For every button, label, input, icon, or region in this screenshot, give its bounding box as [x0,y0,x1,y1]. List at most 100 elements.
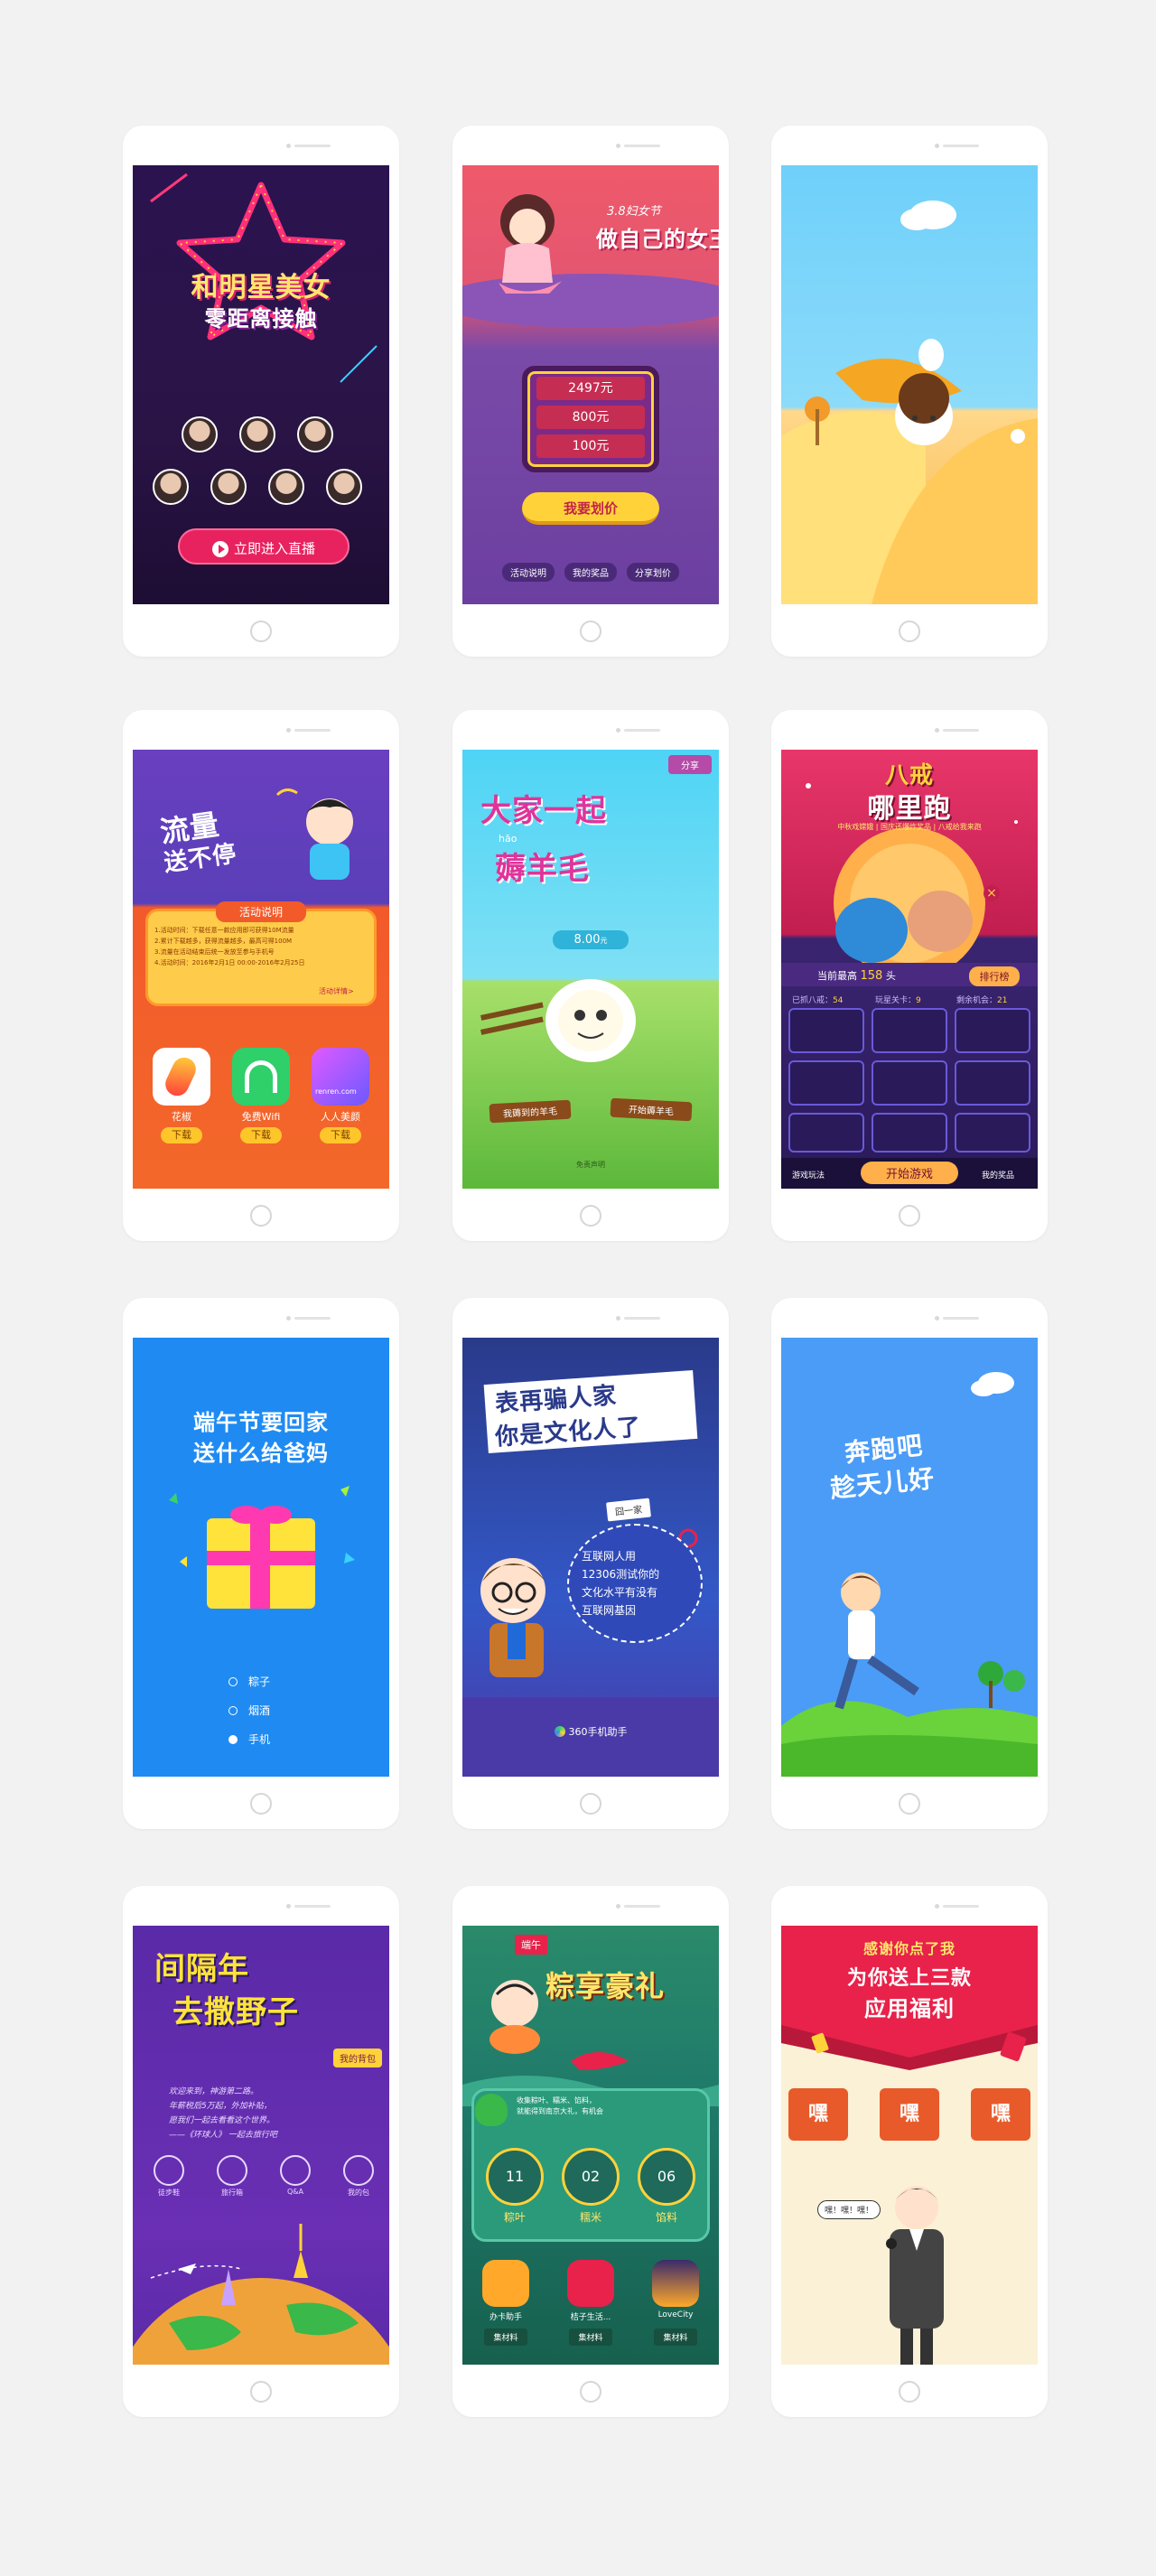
speaker-slot [294,145,331,147]
close-icon[interactable]: × [984,885,1000,901]
app-tile-lovecity[interactable] [652,2260,699,2307]
screen-thanks-gift: 感谢你点了我 为你送上三款 应用福利 嘿 嘿 嘿 嘿！嘿！嘿！ [781,1926,1038,2365]
grid-cell[interactable] [872,1060,947,1106]
grid-cell[interactable] [788,1113,864,1153]
speaker-slot [624,145,660,147]
grid-cell[interactable] [955,1008,1030,1053]
grid-cell[interactable] [788,1008,864,1053]
start-game-button[interactable]: 开始游戏 [861,1162,958,1184]
rule-line: 3.流量在活动结束后统一发放至参与手机号 [154,948,275,956]
grid-cell[interactable] [955,1113,1030,1153]
download-button[interactable]: 下载 [161,1127,202,1143]
screen-star-live: 和明星美女 零距离接触 立即进入直播 [133,165,389,604]
phone-mockup-8: 表再骗人家 你是文化人了 囧一家 互联网人用 12306测试你的 文化水平有没有… [452,1298,729,1829]
event-badge: 3.8妇女节 [607,205,661,219]
collect-button[interactable]: 集材料 [654,2329,697,2346]
speaker-slot [624,1317,660,1320]
home-button[interactable] [250,621,272,642]
play-icon [211,540,228,557]
avatar[interactable] [326,469,362,505]
level-label: 玩星关卡： [875,996,917,1005]
download-button[interactable]: 下载 [240,1127,282,1143]
home-button[interactable] [899,621,920,642]
camera-dot [935,144,939,148]
app-name: 办卡助手 [489,2313,522,2322]
option-liquor[interactable]: 烟酒 [228,1703,270,1731]
home-button[interactable] [899,2381,920,2403]
option-label: 粽子 [248,1675,271,1688]
high-score-value: 158 [860,969,883,983]
screen-womens-day: 3.8妇女节 做自己的女王 2497元 800元 100元 我要划价 活动说明 … [462,165,719,604]
speaker-slot [294,1317,331,1320]
collect-button[interactable]: 集材料 [484,2329,527,2346]
counter-label: 粽叶 [503,2211,526,2224]
rank-button[interactable]: 排行榜 [969,966,1020,986]
bubble-line: 互联网基因 [582,1604,637,1617]
rules-text: 1.活动时间：下载任意一款应用即可获得10M流量 2.累计下载越多，获得流量越多… [154,925,368,968]
download-button[interactable]: 下载 [320,1127,361,1143]
app-tile-huajiao[interactable] [153,1048,210,1106]
home-button[interactable] [250,1205,272,1227]
caught-stat: 已抓八戒：54 [792,994,843,1005]
avatar[interactable] [153,469,189,505]
renren-logo-text: renren.com [315,1087,357,1096]
grid-cell[interactable] [955,1060,1030,1106]
speaker-slot [294,1905,331,1908]
avatar[interactable] [182,416,218,453]
grid-cell[interactable] [872,1113,947,1153]
avatar[interactable] [268,469,304,505]
home-button[interactable] [250,2381,272,2403]
tab-share[interactable]: 分享划价 [627,563,679,582]
bubble-text: 互联网人用 12306测试你的 文化水平有没有 互联网基因 [582,1547,690,1619]
app-tile-renren[interactable]: renren.com [312,1048,369,1106]
bargain-button[interactable]: 我要划价 [522,492,659,525]
360-logo-icon [554,1726,565,1737]
home-button[interactable] [899,1793,920,1815]
avatar[interactable] [210,469,247,505]
option-zongzi[interactable]: 粽子 [228,1674,270,1703]
price-item: 2497元 [536,377,645,400]
option-phone[interactable]: 手机 [228,1731,270,1760]
screen-gap-year: 间隔年 去撒野子 我的背包 欢迎来到，神游第二路。 年薪税后5万起，外加补贴， … [133,1926,389,2365]
speaker-slot [943,1317,979,1320]
rule-line: 1.活动时间：下载任意一款应用即可获得10M流量 [154,927,294,934]
app-tile-orange-life[interactable] [567,2260,614,2307]
home-button[interactable] [250,1793,272,1815]
camera-dot [616,728,620,733]
counter-label: 馅料 [655,2211,677,2224]
rules-link[interactable]: 活动详情> [319,986,354,996]
singing-man-illustration [886,2186,944,2365]
tab-rules[interactable]: 活动说明 [502,563,555,582]
grid-cell[interactable] [788,1060,864,1106]
desc-text: 收集粽叶、糯米、馅料， 就能得到南京大礼，有机会 [517,2095,697,2117]
avatar[interactable] [297,416,333,453]
home-button[interactable] [580,621,601,642]
home-button[interactable] [580,1793,601,1815]
disclaimer-link[interactable]: 免责声明 [462,1160,719,1170]
counter-circle: 11 [486,2148,544,2206]
option-label: 手机 [248,1733,271,1746]
avatar[interactable] [239,416,275,453]
prizes-link[interactable]: 我的奖品 [982,1169,1014,1181]
screen-zongzi-gift: 端午 粽享豪礼 收集粽叶、糯米、馅料， 就能得到南京大礼，有机会 11 粽叶 0… [462,1926,719,2365]
tab-my-prizes[interactable]: 我的奖品 [564,563,617,582]
enter-live-button[interactable]: 立即进入直播 [178,528,350,565]
sheep-illustration [480,979,636,1062]
grid-cell[interactable] [872,1008,947,1053]
home-button[interactable] [580,1205,601,1227]
caught-value: 54 [833,996,844,1005]
app-tile-card-helper[interactable] [482,2260,529,2307]
landscape-illustration [781,201,1038,604]
screen-sheep: 分享 大家一起 hāo 薅羊毛 8.00元 我薅到的羊毛 开始薅羊毛 免责声明 [462,750,719,1189]
zongzi-mascot [475,2094,508,2126]
speaker-slot [943,729,979,732]
screen-data-traffic: 流量 送不停 活动说明 1.活动时间：下载任意一款应用即可获得10M流量 2.累… [133,750,389,1189]
home-button[interactable] [580,2381,601,2403]
home-button[interactable] [899,1205,920,1227]
app-tile-wifi[interactable] [232,1048,290,1106]
speaker-slot [943,145,979,147]
high-score-label: 当前最高 [817,970,857,982]
phone-mockup-5: 分享 大家一起 hāo 薅羊毛 8.00元 我薅到的羊毛 开始薅羊毛 免责声明 [452,710,729,1241]
collect-button[interactable]: 集材料 [569,2329,612,2346]
rules-link[interactable]: 游戏玩法 [792,1169,825,1181]
